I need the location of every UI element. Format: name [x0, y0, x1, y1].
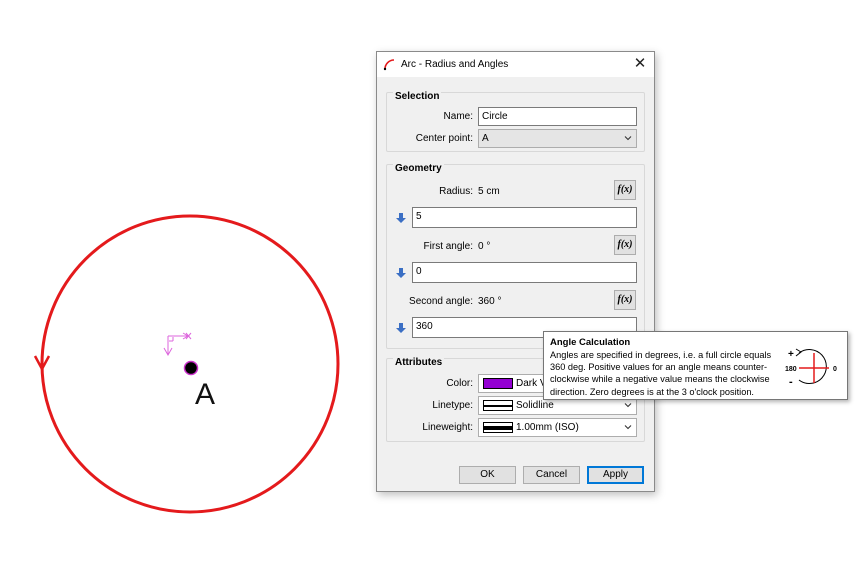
tooltip-text: Angles are specified in degrees, i.e. a … — [550, 350, 772, 397]
angle-arc — [798, 349, 827, 384]
second-angle-display: 360 ° — [478, 296, 502, 307]
minus-sign: - — [789, 376, 793, 388]
center-point-value: A — [482, 133, 489, 144]
chevron-down-icon — [624, 136, 632, 141]
name-label: Name: — [443, 111, 473, 122]
color-value: Dark V — [516, 378, 547, 389]
center-point-marker[interactable] — [183, 360, 199, 376]
point-label: A — [195, 378, 216, 411]
dialog-titlebar[interactable]: Arc - Radius and Angles ✕ — [377, 52, 654, 77]
selection-group-title: Selection — [393, 91, 442, 102]
arc-app-icon — [383, 59, 395, 71]
color-label: Color: — [446, 378, 473, 389]
linetype-swatch — [483, 400, 513, 411]
radius-display: 5 cm — [478, 186, 500, 197]
center-point-select[interactable]: A — [478, 129, 637, 148]
linetype-value: Solidline — [516, 400, 554, 411]
chevron-down-icon — [624, 403, 632, 408]
second-angle-fx-button[interactable]: f(x) — [614, 290, 636, 310]
first-angle-fx-button[interactable]: f(x) — [614, 235, 636, 255]
name-field[interactable]: Circle — [478, 107, 637, 126]
radius-label: Radius: — [439, 186, 473, 197]
first-angle-label: First angle: — [423, 241, 473, 252]
color-swatch — [483, 378, 513, 389]
lineweight-label: Lineweight: — [422, 422, 473, 433]
geometry-group: Geometry Radius: 5 cm f(x) 5 First angle… — [386, 163, 645, 349]
center-point-label: Center point: — [415, 133, 473, 144]
geometry-group-title: Geometry — [393, 163, 444, 174]
arrow-down-icon[interactable] — [395, 322, 407, 334]
dialog-title: Arc - Radius and Angles — [401, 59, 509, 70]
plus-sign: + — [788, 349, 794, 360]
cancel-button[interactable]: Cancel — [523, 466, 580, 484]
arrow-down-icon[interactable] — [395, 212, 407, 224]
first-angle-input[interactable]: 0 — [412, 262, 637, 283]
ok-button[interactable]: OK — [459, 466, 516, 484]
chevron-down-icon — [624, 425, 632, 430]
tooltip-title: Angle Calculation — [550, 337, 631, 348]
lineweight-swatch — [483, 422, 513, 433]
ucs-icon — [163, 332, 192, 357]
angle-direction-diagram: + - 180 0 — [785, 348, 837, 388]
second-angle-label: Second angle: — [409, 296, 473, 307]
angle-180-label: 180 — [785, 366, 797, 373]
lineweight-select[interactable]: 1.00mm (ISO) — [478, 418, 637, 437]
arrow-down-icon[interactable] — [395, 267, 407, 279]
angle-0-label: 0 — [833, 366, 837, 373]
first-angle-display: 0 ° — [478, 241, 491, 252]
lineweight-value: 1.00mm (ISO) — [516, 422, 579, 433]
apply-button[interactable]: Apply — [587, 466, 644, 484]
radius-fx-button[interactable]: f(x) — [614, 180, 636, 200]
arc-dialog: Arc - Radius and Angles ✕ Selection Name… — [376, 51, 655, 492]
selection-group: Selection Name: Circle Center point: A — [386, 91, 645, 152]
close-icon[interactable]: ✕ — [630, 54, 650, 74]
angle-calculation-tooltip: Angle Calculation Angles are specified i… — [543, 331, 848, 400]
attributes-group-title: Attributes — [393, 357, 445, 368]
linetype-label: Linetype: — [432, 400, 473, 411]
radius-input[interactable]: 5 — [412, 207, 637, 228]
